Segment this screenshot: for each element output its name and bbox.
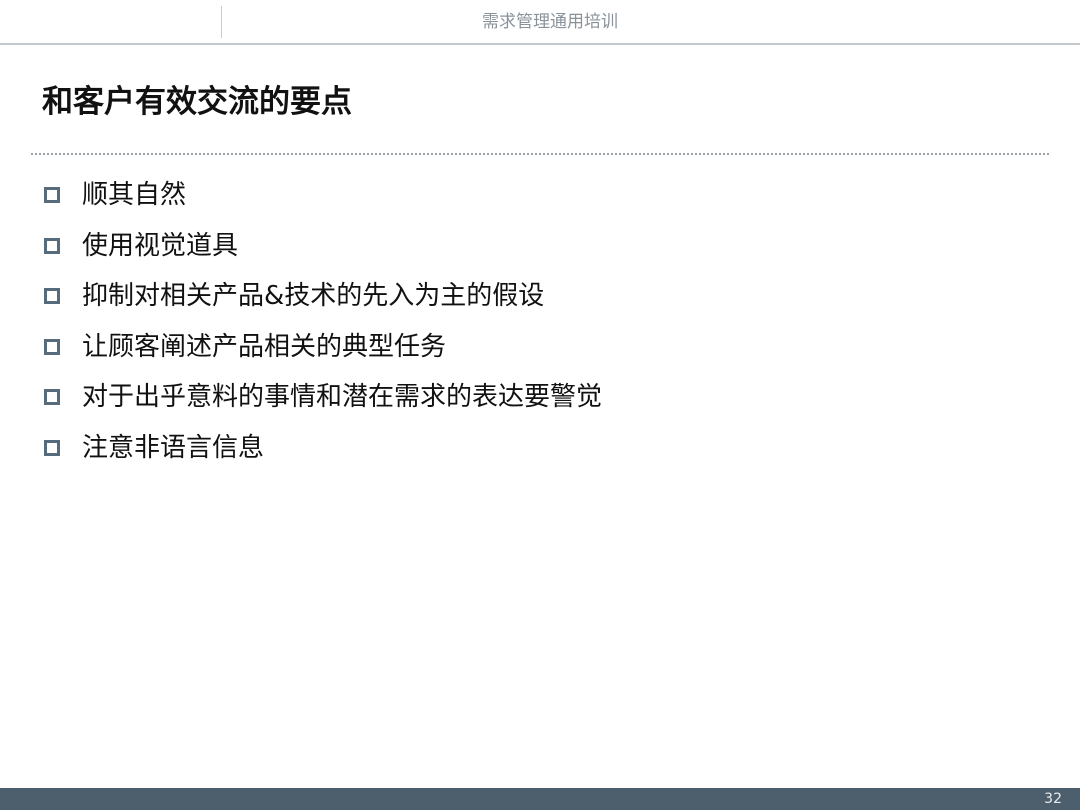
- header-rule: [0, 43, 1080, 45]
- hollow-square-bullet-icon: [44, 338, 60, 355]
- bullet-item: 使用视觉道具: [44, 221, 602, 272]
- page-title: 和客户有效交流的要点: [42, 84, 352, 120]
- header-divider: [221, 6, 222, 38]
- hollow-square-bullet-icon: [44, 187, 60, 204]
- title-dotted-rule: [31, 153, 1049, 155]
- bullet-text: 抑制对相关产品&技术的先入为主的假设: [82, 281, 545, 312]
- page-number: 32: [1044, 791, 1062, 807]
- bullet-text: 让顾客阐述产品相关的典型任务: [82, 331, 447, 362]
- bullet-list: 顺其自然 使用视觉道具 抑制对相关产品&技术的先入为主的假设 让顾客阐述产品相关…: [44, 170, 602, 473]
- bullet-item: 抑制对相关产品&技术的先入为主的假设: [44, 271, 602, 322]
- bullet-item: 让顾客阐述产品相关的典型任务: [44, 322, 602, 373]
- bullet-text: 使用视觉道具: [82, 230, 239, 261]
- hollow-square-bullet-icon: [44, 439, 60, 456]
- bullet-text: 对于出乎意料的事情和潜在需求的表达要警觉: [82, 382, 603, 413]
- bullet-item: 对于出乎意料的事情和潜在需求的表达要警觉: [44, 372, 602, 423]
- hollow-square-bullet-icon: [44, 288, 60, 305]
- bullet-item: 顺其自然: [44, 170, 602, 221]
- slide: 需求管理通用培训 和客户有效交流的要点 顺其自然 使用视觉道具 抑制对相关产品&…: [0, 0, 1080, 810]
- bullet-text: 注意非语言信息: [82, 432, 265, 463]
- deck-title: 需求管理通用培训: [482, 12, 618, 32]
- footer-bar: 32: [0, 788, 1080, 810]
- hollow-square-bullet-icon: [44, 389, 60, 406]
- hollow-square-bullet-icon: [44, 237, 60, 254]
- bullet-text: 顺其自然: [82, 180, 187, 211]
- bullet-item: 注意非语言信息: [44, 423, 602, 474]
